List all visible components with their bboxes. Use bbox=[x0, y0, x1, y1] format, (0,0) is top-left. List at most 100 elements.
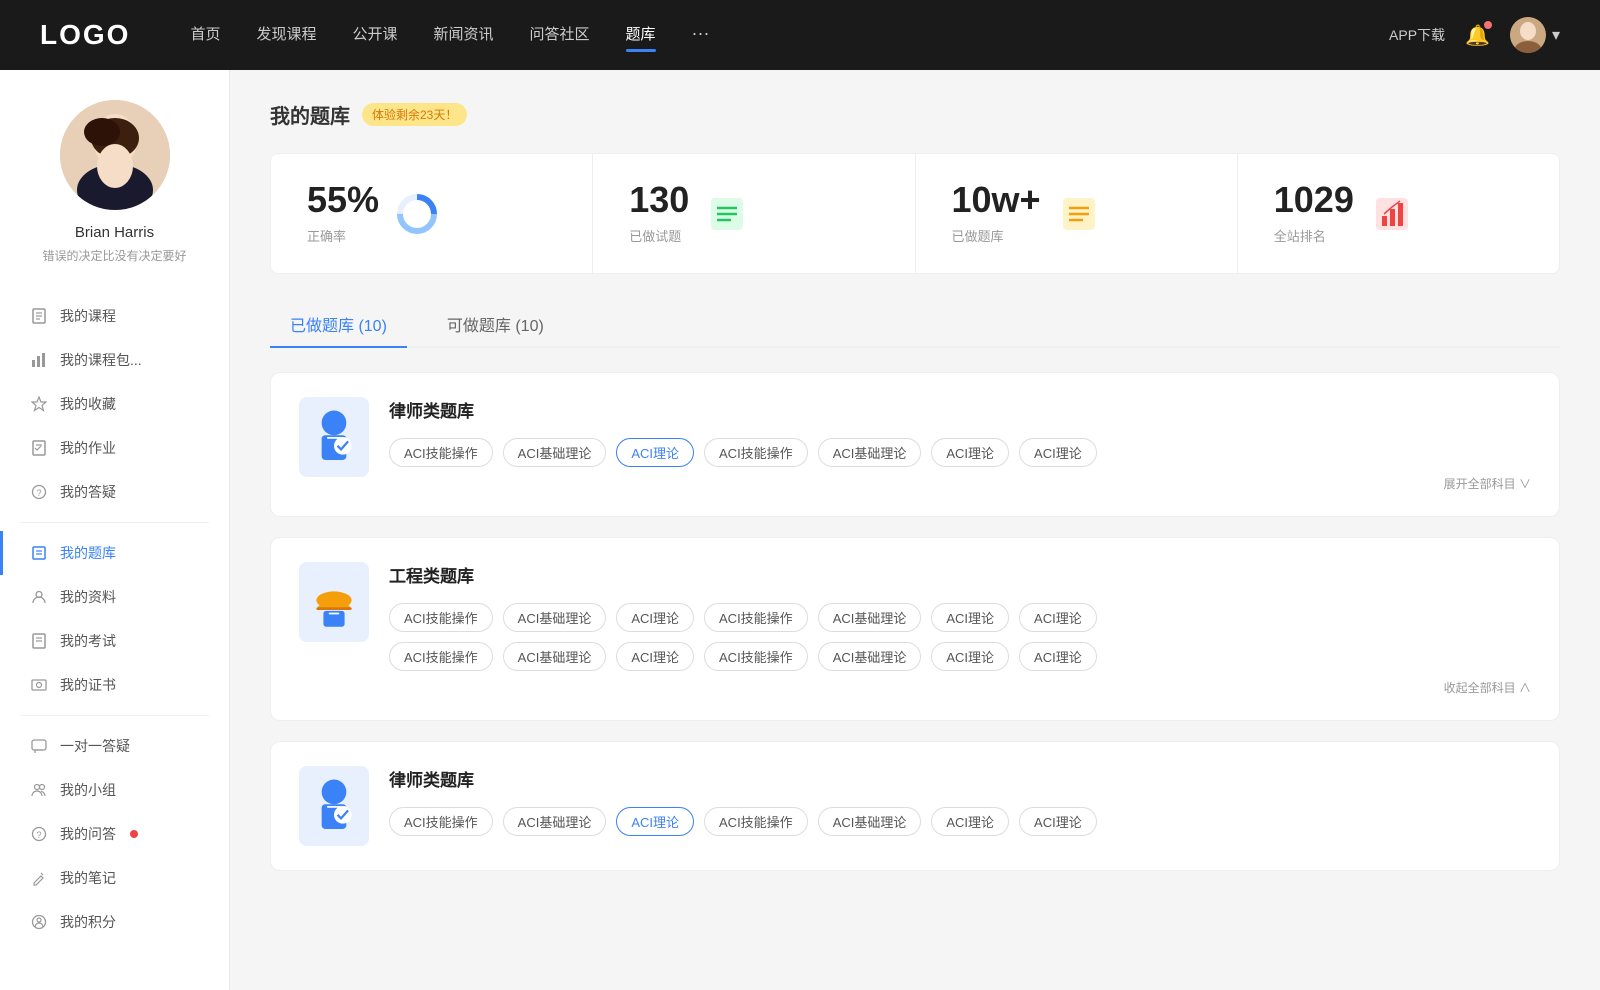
sidebar-item-certificate-label: 我的证书 bbox=[60, 675, 116, 695]
svg-text:?: ? bbox=[36, 830, 41, 840]
main-layout: Brian Harris 错误的决定比没有决定要好 我的课程 我的课程包... bbox=[0, 70, 1600, 990]
tag-lawyer2-6[interactable]: ACI理论 bbox=[931, 807, 1009, 836]
sidebar-item-course-pack-label: 我的课程包... bbox=[60, 350, 142, 370]
page-title: 我的题库 bbox=[270, 100, 350, 129]
tag-eng-1-4[interactable]: ACI技能操作 bbox=[704, 603, 808, 632]
tag-eng-1-5[interactable]: ACI基础理论 bbox=[818, 603, 922, 632]
list-orange-icon bbox=[1057, 192, 1101, 236]
tag-eng-2-6[interactable]: ACI理论 bbox=[931, 642, 1009, 671]
sidebar-item-points[interactable]: 我的积分 bbox=[0, 900, 229, 944]
sidebar-item-my-course-label: 我的课程 bbox=[60, 306, 116, 326]
tag-eng-2-4[interactable]: ACI技能操作 bbox=[704, 642, 808, 671]
stat-accuracy-value: 55% bbox=[307, 182, 379, 218]
nav-chevron-down-icon[interactable]: ▾ bbox=[1552, 25, 1560, 45]
nav-avatar[interactable] bbox=[1510, 17, 1546, 53]
tag-lawyer1-4[interactable]: ACI技能操作 bbox=[704, 438, 808, 467]
tab-done-banks[interactable]: 已做题库 (10) bbox=[270, 302, 407, 346]
bank-card-engineer: 工程类题库 ACI技能操作 ACI基础理论 ACI理论 ACI技能操作 ACI基… bbox=[270, 537, 1560, 721]
sidebar-item-profile[interactable]: 我的资料 bbox=[0, 575, 229, 619]
nav-discover[interactable]: 发现课程 bbox=[256, 23, 316, 48]
tag-lawyer2-5[interactable]: ACI基础理论 bbox=[818, 807, 922, 836]
sidebar-item-question[interactable]: ? 我的答疑 bbox=[0, 470, 229, 514]
tag-lawyer1-2[interactable]: ACI基础理论 bbox=[503, 438, 607, 467]
stat-done-banks-text: 10w+ 已做题库 bbox=[952, 182, 1041, 245]
sidebar-item-my-qa-label: 我的问答 bbox=[60, 824, 116, 844]
sidebar-item-certificate[interactable]: 我的证书 bbox=[0, 663, 229, 707]
stat-accuracy-label: 正确率 bbox=[307, 226, 379, 245]
bank-icon bbox=[30, 544, 48, 562]
exam-icon bbox=[30, 632, 48, 650]
tag-lawyer2-3[interactable]: ACI理论 bbox=[616, 807, 694, 836]
tag-lawyer1-3[interactable]: ACI理论 bbox=[616, 438, 694, 467]
nav-user-area[interactable]: ▾ bbox=[1510, 17, 1560, 53]
sidebar: Brian Harris 错误的决定比没有决定要好 我的课程 我的课程包... bbox=[0, 70, 230, 990]
svg-text:?: ? bbox=[36, 488, 41, 498]
sidebar-item-notes-label: 我的笔记 bbox=[60, 868, 116, 888]
nav-links: 首页 发现课程 公开课 新闻资讯 问答社区 题库 ··· bbox=[190, 23, 1389, 48]
sidebar-item-tutor[interactable]: 一对一答疑 bbox=[0, 724, 229, 768]
homework-icon bbox=[30, 439, 48, 457]
tag-eng-2-1[interactable]: ACI技能操作 bbox=[389, 642, 493, 671]
tag-eng-1-3[interactable]: ACI理论 bbox=[616, 603, 694, 632]
qa-notification-dot bbox=[130, 830, 138, 838]
collapse-engineer-button[interactable]: 收起全部科目 ∧ bbox=[389, 679, 1531, 696]
tag-eng-2-2[interactable]: ACI基础理论 bbox=[503, 642, 607, 671]
bank-info-lawyer-1: 律师类题库 ACI技能操作 ACI基础理论 ACI理论 ACI技能操作 ACI基… bbox=[389, 397, 1531, 492]
sidebar-item-group[interactable]: 我的小组 bbox=[0, 768, 229, 812]
tag-lawyer2-4[interactable]: ACI技能操作 bbox=[704, 807, 808, 836]
sidebar-profile: Brian Harris 错误的决定比没有决定要好 bbox=[0, 70, 229, 284]
sidebar-item-my-course[interactable]: 我的课程 bbox=[0, 294, 229, 338]
bank-card-lawyer-2: 律师类题库 ACI技能操作 ACI基础理论 ACI理论 ACI技能操作 ACI基… bbox=[270, 741, 1560, 871]
sidebar-item-notes[interactable]: 我的笔记 bbox=[0, 856, 229, 900]
sidebar-item-bank[interactable]: 我的题库 bbox=[0, 531, 229, 575]
stat-done-questions-text: 130 已做试题 bbox=[629, 182, 689, 245]
nav-news[interactable]: 新闻资讯 bbox=[434, 23, 494, 48]
sidebar-item-favorites-label: 我的收藏 bbox=[60, 394, 116, 414]
tag-lawyer1-7[interactable]: ACI理论 bbox=[1019, 438, 1097, 467]
nav-bell-icon[interactable]: 🔔 bbox=[1465, 23, 1490, 48]
sidebar-item-favorites[interactable]: 我的收藏 bbox=[0, 382, 229, 426]
tag-lawyer1-6[interactable]: ACI理论 bbox=[931, 438, 1009, 467]
stats-row: 55% 正确率 130 已做试题 bbox=[270, 153, 1560, 274]
tag-eng-2-7[interactable]: ACI理论 bbox=[1019, 642, 1097, 671]
sidebar-menu: 我的课程 我的课程包... 我的收藏 我的作业 bbox=[0, 294, 229, 944]
tag-eng-1-2[interactable]: ACI基础理论 bbox=[503, 603, 607, 632]
sidebar-divider-1 bbox=[20, 522, 209, 523]
tag-lawyer2-7[interactable]: ACI理论 bbox=[1019, 807, 1097, 836]
sidebar-item-exam[interactable]: 我的考试 bbox=[0, 619, 229, 663]
tag-eng-1-6[interactable]: ACI理论 bbox=[931, 603, 1009, 632]
main-content: 我的题库 体验剩余23天！ 55% 正确率 bbox=[230, 70, 1600, 990]
list-green-icon bbox=[705, 192, 749, 236]
stat-done-questions: 130 已做试题 bbox=[593, 154, 915, 273]
sidebar-item-question-label: 我的答疑 bbox=[60, 482, 116, 502]
certificate-icon bbox=[30, 676, 48, 694]
sidebar-item-my-qa[interactable]: ? 我的问答 bbox=[0, 812, 229, 856]
sidebar-item-bank-label: 我的题库 bbox=[60, 543, 116, 563]
tag-eng-1-1[interactable]: ACI技能操作 bbox=[389, 603, 493, 632]
tag-eng-1-7[interactable]: ACI理论 bbox=[1019, 603, 1097, 632]
sidebar-item-exam-label: 我的考试 bbox=[60, 631, 116, 651]
logo: LOGO bbox=[40, 19, 130, 51]
tab-available-banks[interactable]: 可做题库 (10) bbox=[427, 302, 564, 346]
tag-eng-2-5[interactable]: ACI基础理论 bbox=[818, 642, 922, 671]
nav-open-course[interactable]: 公开课 bbox=[352, 23, 397, 48]
stat-accuracy: 55% 正确率 bbox=[271, 154, 593, 273]
tag-lawyer2-2[interactable]: ACI基础理论 bbox=[503, 807, 607, 836]
tag-lawyer1-5[interactable]: ACI基础理论 bbox=[818, 438, 922, 467]
tag-lawyer2-1[interactable]: ACI技能操作 bbox=[389, 807, 493, 836]
expand-lawyer-1-button[interactable]: 展开全部科目 ∨ bbox=[389, 475, 1531, 492]
nav-home[interactable]: 首页 bbox=[190, 23, 220, 48]
nav-more[interactable]: ··· bbox=[692, 23, 710, 48]
avatar bbox=[60, 100, 170, 210]
bank-name-lawyer-1: 律师类题库 bbox=[389, 397, 1531, 422]
sidebar-item-homework[interactable]: 我的作业 bbox=[0, 426, 229, 470]
tag-lawyer1-1[interactable]: ACI技能操作 bbox=[389, 438, 493, 467]
nav-qa[interactable]: 问答社区 bbox=[530, 23, 590, 48]
bank-tags-lawyer-1: ACI技能操作 ACI基础理论 ACI理论 ACI技能操作 ACI基础理论 AC… bbox=[389, 438, 1531, 467]
chat-icon bbox=[30, 737, 48, 755]
nav-app-download[interactable]: APP下载 bbox=[1389, 25, 1445, 45]
nav-bank[interactable]: 题库 bbox=[626, 23, 656, 48]
sidebar-username: Brian Harris bbox=[75, 224, 154, 241]
tag-eng-2-3[interactable]: ACI理论 bbox=[616, 642, 694, 671]
sidebar-item-course-pack[interactable]: 我的课程包... bbox=[0, 338, 229, 382]
